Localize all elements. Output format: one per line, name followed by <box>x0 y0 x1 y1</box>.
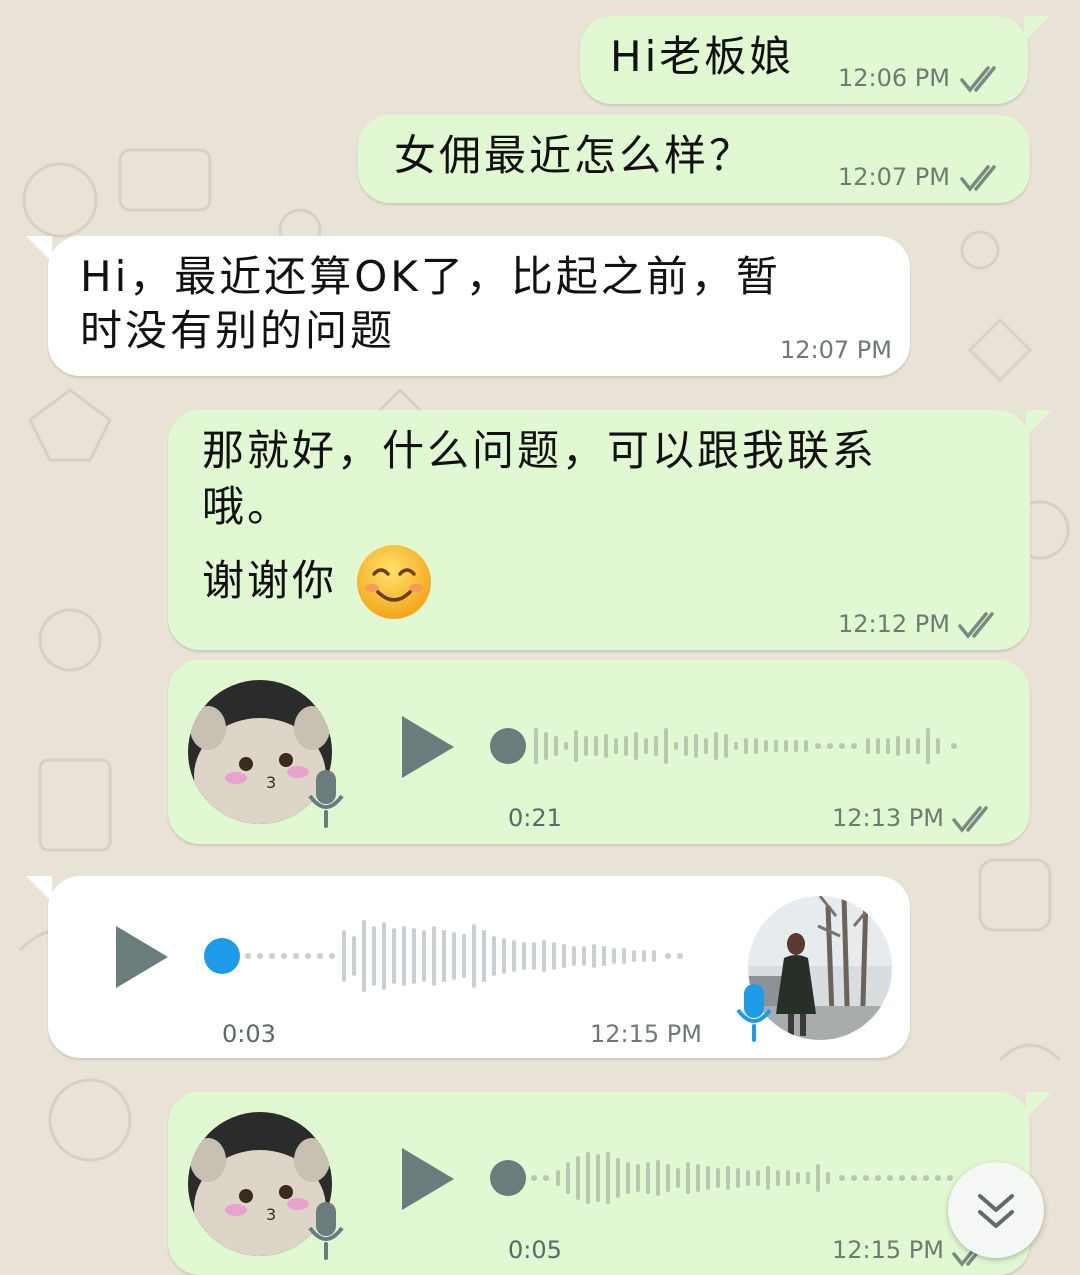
microphone-icon <box>308 770 344 828</box>
svg-text:3: 3 <box>266 1205 276 1224</box>
voice-message-outgoing[interactable]: 3 0:05 12:15 PM <box>168 1092 1052 1275</box>
read-receipt-icon <box>952 806 988 833</box>
message-time: 12:07 PM <box>780 336 892 364</box>
message-bubble-outgoing[interactable]: 那就好，什么问题，可以跟我联系 哦。 谢谢你 12:12 PM <box>168 410 1052 650</box>
svg-text:3: 3 <box>266 773 276 792</box>
bubble-tail <box>26 876 52 902</box>
message-bubble-outgoing[interactable]: Hi老板娘 12:06 PM <box>580 16 1050 104</box>
smiling-face-emoji <box>357 545 431 619</box>
message-text-line: Hi，最近还算OK了，比起之前，暂 <box>80 252 781 301</box>
play-button[interactable] <box>398 714 458 780</box>
bubble-tail <box>1024 16 1050 42</box>
voice-message-outgoing[interactable]: 3 0:21 12:13 PM <box>168 660 1030 844</box>
read-receipt-icon <box>960 165 996 192</box>
playback-scrubber[interactable] <box>490 1160 526 1196</box>
playback-scrubber[interactable] <box>490 728 526 764</box>
message-time: 12:15 PM <box>590 1020 702 1048</box>
voice-waveform[interactable] <box>486 1148 986 1208</box>
read-receipt-icon <box>960 66 996 93</box>
voice-message-incoming[interactable]: 0:03 12:15 PM <box>26 876 910 1058</box>
message-text-line: 时没有别的问题 <box>80 306 396 355</box>
message-text: Hi老板娘 <box>610 32 795 81</box>
voice-duration: 0:03 <box>222 1020 276 1048</box>
message-text-line: 那就好，什么问题，可以跟我联系 <box>202 426 878 475</box>
message-text-line: 哦。 <box>202 482 293 531</box>
message-time: 12:06 PM <box>838 64 950 92</box>
voice-waveform[interactable] <box>486 720 986 772</box>
message-time: 12:07 PM <box>838 163 950 191</box>
message-time: 12:12 PM <box>838 610 950 638</box>
bubble-tail <box>1026 410 1052 436</box>
playback-scrubber[interactable] <box>204 938 240 974</box>
message-bubble-incoming[interactable]: Hi，最近还算OK了，比起之前，暂 时没有别的问题 12:07 PM <box>26 236 910 376</box>
bubble-tail <box>1026 1092 1052 1118</box>
voice-waveform[interactable] <box>200 916 700 996</box>
message-time: 12:15 PM <box>832 1236 944 1264</box>
microphone-icon <box>308 1202 344 1260</box>
read-receipt-icon <box>958 612 994 639</box>
message-bubble-outgoing[interactable]: 女佣最近怎么样？ 12:07 PM <box>358 115 1030 203</box>
scroll-to-bottom-button[interactable] <box>948 1162 1044 1258</box>
bubble-tail <box>26 236 52 262</box>
message-text: 女佣最近怎么样？ <box>394 131 755 180</box>
message-time: 12:13 PM <box>832 804 944 832</box>
play-button[interactable] <box>398 1146 458 1212</box>
play-button[interactable] <box>112 924 172 990</box>
voice-duration: 0:05 <box>508 1236 562 1264</box>
voice-duration: 0:21 <box>508 804 562 832</box>
message-text-line: 谢谢你 <box>202 556 338 605</box>
double-chevron-down-icon <box>978 1194 1014 1228</box>
microphone-icon <box>736 984 772 1042</box>
